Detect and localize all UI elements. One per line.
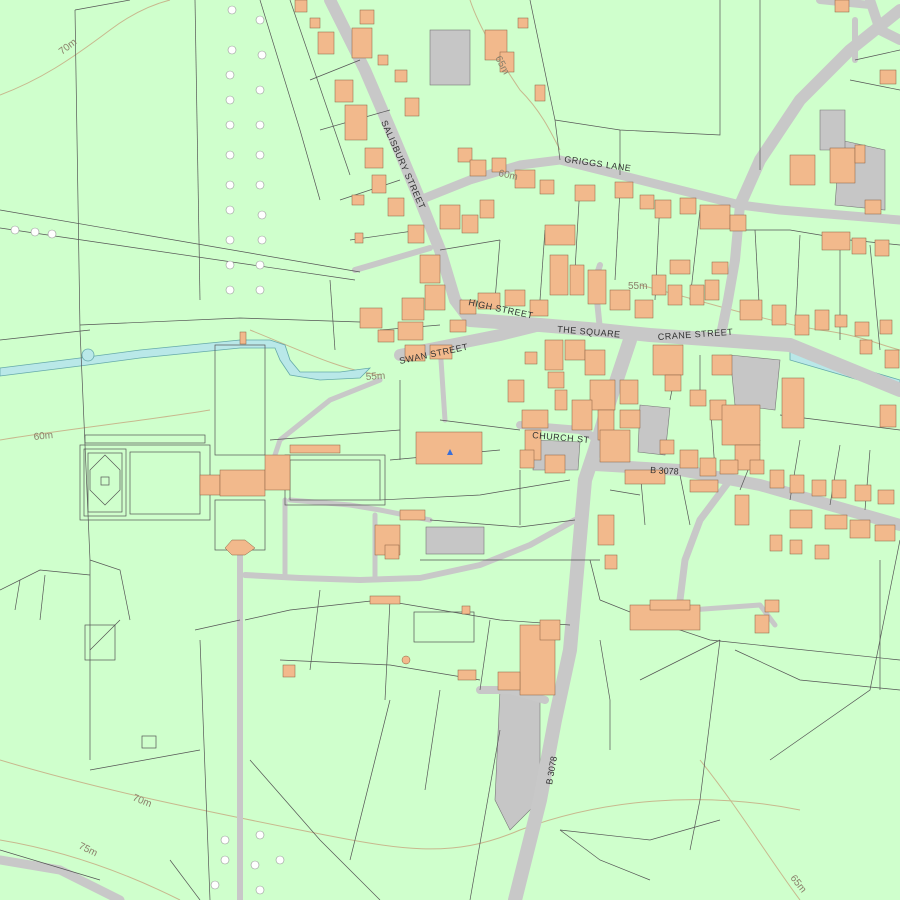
map-canvas[interactable]: SALISBURY STREET GRIGGS LANE HIGH STREET…	[0, 0, 900, 900]
road-code-b3078-east: B 3078	[650, 465, 679, 476]
contour-label-60m-west: 60m	[33, 430, 53, 443]
contour-label-55m-east: 55m	[628, 281, 647, 292]
contour-label-55m-south: 55m	[365, 371, 385, 383]
